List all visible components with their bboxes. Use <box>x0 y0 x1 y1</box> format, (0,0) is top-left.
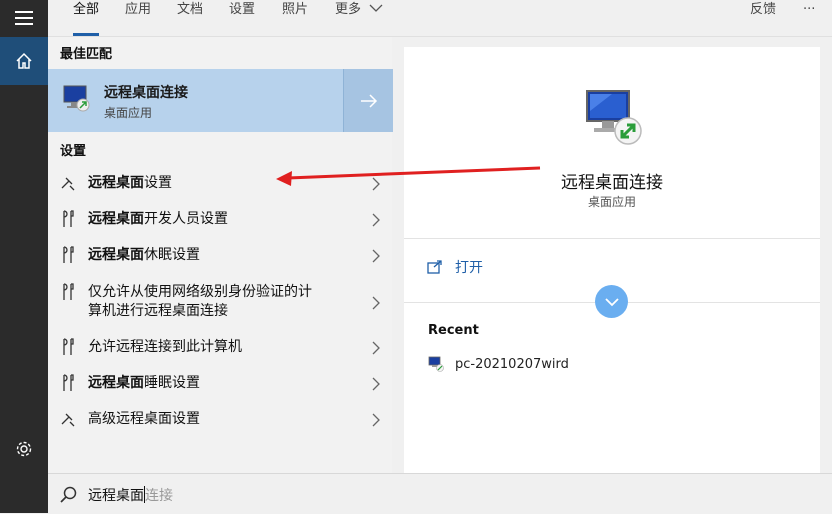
home-button[interactable] <box>0 37 48 85</box>
auth-tools-icon <box>63 283 74 300</box>
settings-item-label: 高级远程桌面设置 <box>88 410 348 428</box>
filter-tabs: 全部 应用 文档 设置 照片 更多 反馈 ··· <box>48 0 832 37</box>
label-rest: 设置 <box>144 175 172 191</box>
left-rail <box>0 0 48 513</box>
feedback-button[interactable]: 反馈 <box>750 0 776 36</box>
sleep-tools-icon <box>63 246 74 263</box>
label-line-2: 算机进行远程桌面连接 <box>88 303 228 319</box>
recent-item-label: pc-20210207wird <box>455 356 569 372</box>
tab-settings[interactable]: 设置 <box>229 0 255 36</box>
label-match: 远程桌面 <box>88 175 144 191</box>
label-rest: 休眠设置 <box>144 247 200 263</box>
settings-item-nla-only[interactable]: 仅允许从使用网络级别身份验证的计 算机进行远程桌面连接 <box>48 276 392 328</box>
gear-icon <box>16 441 32 457</box>
best-match-item[interactable]: 远程桌面连接 桌面应用 <box>48 69 343 132</box>
tab-label: 应用 <box>125 2 152 17</box>
open-detail-button[interactable] <box>343 69 393 132</box>
search-input[interactable]: 远程桌面连接 <box>88 485 173 505</box>
tab-label: 文档 <box>177 2 204 17</box>
settings-item-sleep[interactable]: 远程桌面睡眠设置 <box>48 365 392 401</box>
open-action[interactable]: 打开 <box>427 256 483 278</box>
arrow-right-icon <box>360 93 377 108</box>
allow-remote-tools-icon <box>63 338 74 355</box>
chevron-right-icon <box>372 377 380 391</box>
label-match: 远程桌面 <box>88 375 144 391</box>
detail-subtitle: 桌面应用 <box>587 195 636 209</box>
tab-label: 全部 <box>73 2 100 17</box>
search-icon <box>60 486 77 503</box>
remote-desktop-large-icon <box>586 90 642 145</box>
settings-item-label: 远程桌面睡眠设置 <box>88 374 348 392</box>
open-external-icon <box>427 260 442 274</box>
settings-item-label: 远程桌面开发人员设置 <box>88 210 348 228</box>
label-match: 远程桌面 <box>88 211 144 227</box>
label-rest: 允许远程连接到此计算机 <box>88 339 242 355</box>
more-options-button[interactable]: ··· <box>803 0 815 36</box>
ellipsis-icon: ··· <box>803 2 816 17</box>
chevron-right-icon <box>372 341 380 355</box>
label-rest: 睡眠设置 <box>144 375 200 391</box>
expand-button[interactable] <box>595 285 628 318</box>
feedback-label: 反馈 <box>750 2 777 17</box>
search-bar[interactable]: 远程桌面连接 <box>48 473 832 514</box>
chevron-right-icon <box>372 213 380 227</box>
label-rest: 开发人员设置 <box>144 211 228 227</box>
label-rest: 高级远程桌面设置 <box>88 411 200 427</box>
search-suggestion-text: 连接 <box>145 488 173 504</box>
tab-more[interactable]: 更多 <box>335 0 383 36</box>
settings-item-label: 远程桌面休眠设置 <box>88 246 348 264</box>
settings-section-header: 设置 <box>60 144 87 159</box>
label-line-1: 仅允许从使用网络级别身份验证的计 <box>88 284 312 300</box>
tab-label: 照片 <box>282 2 309 17</box>
chevron-down-icon <box>369 4 383 12</box>
tab-all[interactable]: 全部 <box>73 0 100 36</box>
advanced-remote-icon <box>61 413 75 427</box>
remote-settings-icon <box>61 177 75 191</box>
hamburger-icon <box>15 11 33 25</box>
chevron-right-icon <box>372 249 380 263</box>
settings-button[interactable] <box>0 425 48 473</box>
label-match: 远程桌面 <box>88 247 144 263</box>
tab-documents[interactable]: 文档 <box>177 0 203 36</box>
settings-item-advanced[interactable]: 高级远程桌面设置 <box>48 401 392 437</box>
hamburger-menu-button[interactable] <box>0 0 48 36</box>
settings-item-hibernate[interactable]: 远程桌面休眠设置 <box>48 237 392 273</box>
developer-tools-icon <box>63 210 74 227</box>
recent-item[interactable]: pc-20210207wird <box>428 354 569 374</box>
tab-label: 设置 <box>229 2 256 17</box>
remote-desktop-small-icon <box>428 356 444 372</box>
tab-photos[interactable]: 照片 <box>282 0 308 36</box>
search-typed-text: 远程桌面 <box>88 488 144 504</box>
best-match-header: 最佳匹配 <box>60 47 113 62</box>
home-icon <box>16 52 32 69</box>
recent-header: Recent <box>428 323 479 338</box>
chevron-down-icon <box>604 297 619 306</box>
settings-item-label: 仅允许从使用网络级别身份验证的计 算机进行远程桌面连接 <box>88 283 348 321</box>
settings-item-label: 允许远程连接到此计算机 <box>88 338 348 356</box>
remote-desktop-app-icon <box>63 85 90 112</box>
best-match-title: 远程桌面连接 <box>104 85 188 101</box>
best-match-subtitle: 桌面应用 <box>104 106 153 120</box>
annotation-arrow <box>276 166 541 186</box>
chevron-right-icon <box>372 413 380 427</box>
chevron-right-icon <box>372 296 380 310</box>
settings-item-developer[interactable]: 远程桌面开发人员设置 <box>48 201 392 237</box>
open-label: 打开 <box>455 260 483 276</box>
tab-apps[interactable]: 应用 <box>125 0 151 36</box>
sleep2-tools-icon <box>63 374 74 391</box>
settings-item-allow-remote[interactable]: 允许远程连接到此计算机 <box>48 329 392 365</box>
tab-label: 更多 <box>335 2 362 17</box>
divider <box>404 238 820 239</box>
